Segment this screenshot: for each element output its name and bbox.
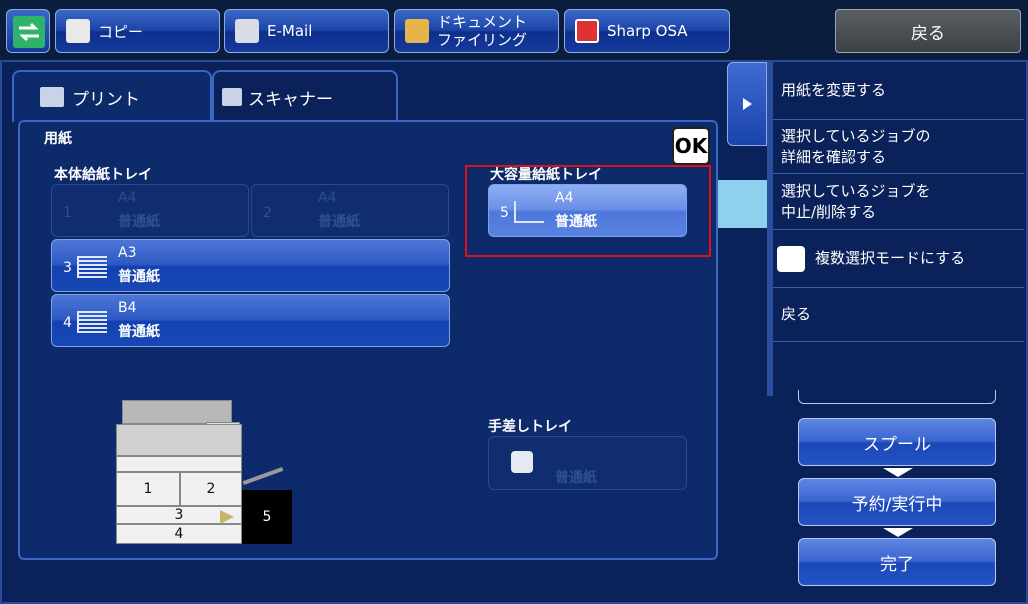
bypass-tray-label: 手差しトレイ bbox=[488, 419, 572, 435]
machine-illustration: 1 2 3 4 5 bbox=[110, 400, 295, 545]
scanner-icon bbox=[222, 88, 242, 106]
menu-job-details[interactable]: 選択しているジョブの 詳細を確認する bbox=[773, 120, 1024, 174]
document-filing-icon bbox=[405, 19, 429, 43]
multi-select-checkbox[interactable] bbox=[777, 245, 805, 272]
spool-button[interactable]: スプール bbox=[798, 418, 996, 466]
email-button[interactable]: E-Mail bbox=[224, 9, 389, 53]
paper-tray-icon bbox=[77, 256, 107, 278]
machine-tray-2: 2 bbox=[180, 472, 242, 506]
complete-button[interactable]: 完了 bbox=[798, 538, 996, 586]
queue-button[interactable]: 予約/実行中 bbox=[798, 478, 996, 526]
top-back-button[interactable]: 戻る bbox=[835, 9, 1021, 53]
copy-button[interactable]: コピー bbox=[55, 9, 220, 53]
menu-back[interactable]: 戻る bbox=[773, 288, 1024, 342]
job-list-strip bbox=[718, 180, 768, 228]
menu-cancel-job[interactable]: 選択しているジョブを 中止/削除する bbox=[773, 174, 1024, 230]
email-icon bbox=[235, 19, 259, 43]
machine-tray-5: 5 bbox=[242, 490, 292, 544]
tray-3[interactable]: 3 A3 普通紙 bbox=[51, 239, 450, 292]
paper-tray-icon bbox=[77, 311, 107, 333]
ok-button[interactable]: OK bbox=[672, 127, 710, 165]
printer-icon bbox=[40, 87, 64, 107]
main-tray-label: 本体給紙トレイ bbox=[54, 167, 152, 183]
tab-print[interactable]: プリント bbox=[12, 70, 212, 122]
tray-4[interactable]: 4 B4 普通紙 bbox=[51, 294, 450, 347]
menu-toggle-button[interactable] bbox=[727, 62, 767, 146]
machine-tray-1: 1 bbox=[116, 472, 180, 506]
bypass-tray: 普通紙 bbox=[488, 436, 687, 490]
osa-icon bbox=[575, 19, 599, 43]
machine-tray-4: 4 bbox=[116, 524, 242, 544]
status-top-edge bbox=[798, 390, 996, 404]
arrow-right-icon bbox=[220, 510, 234, 524]
hand-icon bbox=[511, 451, 533, 473]
selection-highlight bbox=[465, 165, 711, 257]
copy-icon bbox=[66, 19, 90, 43]
home-icon bbox=[13, 16, 45, 48]
play-arrow-icon bbox=[742, 98, 752, 110]
home-button[interactable] bbox=[6, 9, 50, 53]
tray-2: 2 A4 普通紙 bbox=[251, 184, 449, 237]
action-menu: 用紙を変更する 選択しているジョブの 詳細を確認する 選択しているジョブを 中止… bbox=[767, 62, 1024, 396]
tray-1: 1 A4 普通紙 bbox=[51, 184, 249, 237]
sharp-osa-button[interactable]: Sharp OSA bbox=[564, 9, 730, 53]
menu-change-paper[interactable]: 用紙を変更する bbox=[773, 62, 1024, 120]
tab-scanner[interactable]: スキャナー bbox=[212, 70, 398, 122]
document-filing-button[interactable]: ドキュメント ファイリング bbox=[394, 9, 559, 53]
down-arrow-icon bbox=[883, 468, 913, 477]
down-arrow-icon bbox=[883, 528, 913, 537]
menu-multi-select[interactable]: 複数選択モードにする bbox=[773, 230, 1024, 288]
panel-title: 用紙 bbox=[44, 131, 72, 147]
